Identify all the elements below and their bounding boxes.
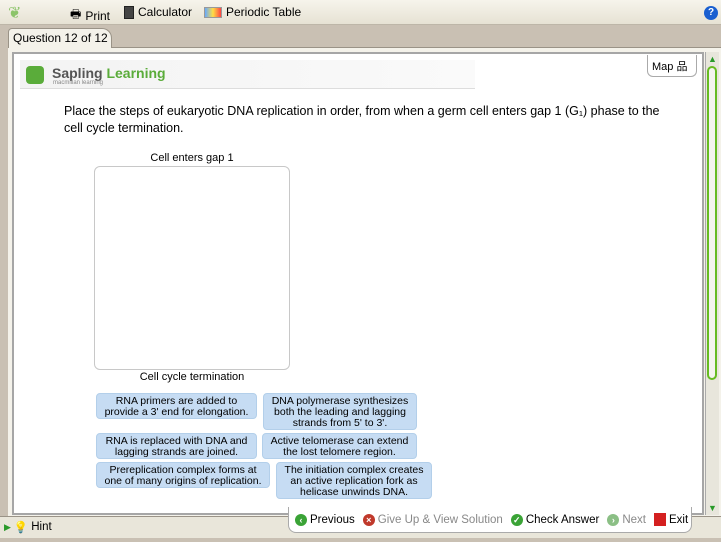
step-card[interactable]: The initiation complex creates an active… [276, 462, 432, 499]
scroll-thumb[interactable] [707, 66, 717, 380]
give-up-button[interactable]: × Give Up & View Solution [362, 513, 503, 526]
previous-arrow-icon: ‹ [295, 513, 307, 526]
exit-button[interactable]: Exit [654, 513, 688, 526]
step-card[interactable]: RNA primers are added to provide a 3' en… [96, 393, 257, 419]
calculator-icon [124, 5, 134, 19]
tab-question[interactable]: Question 12 of 12 [8, 28, 112, 48]
periodic-table-button[interactable]: Periodic Table [204, 5, 301, 19]
hint-button[interactable]: ▶ 💡 Hint [4, 520, 52, 534]
print-button[interactable]: 🖶 Print [70, 5, 110, 26]
step-card[interactable]: Prereplication complex forms at one of m… [96, 462, 270, 488]
top-label: Cell enters gap 1 [150, 152, 234, 164]
map-button[interactable]: Map 品 [647, 55, 697, 77]
checkmark-icon: ✓ [510, 513, 523, 526]
step-card[interactable]: RNA is replaced with DNA and lagging str… [96, 433, 257, 459]
sapling-logo-icon [26, 66, 44, 84]
calculator-button[interactable]: Calculator [124, 5, 192, 19]
toolbar: ❦ 🖶 Print Calculator Periodic Table ? [0, 0, 721, 25]
logo-subtitle: macmillan learning [53, 80, 104, 86]
expand-arrow-icon: ▶ [4, 521, 11, 532]
step-card[interactable]: DNA polymerase synthesizes both the lead… [263, 393, 417, 430]
next-arrow-icon: › [607, 513, 620, 526]
scroll-up-icon[interactable]: ▲ [708, 54, 717, 64]
logo-brand-2: Learning [106, 65, 166, 81]
drop-zone[interactable] [94, 166, 290, 370]
bottom-label: Cell cycle termination [139, 371, 245, 383]
question-text: Place the steps of eukaryotic DNA replic… [64, 104, 660, 135]
map-tree-icon: 品 [676, 61, 688, 73]
help-icon[interactable]: ? [704, 6, 718, 20]
sapling-leaf-icon: ❦ [8, 5, 22, 22]
next-button[interactable]: › Next [607, 513, 646, 526]
previous-button[interactable]: ‹ Previous [295, 513, 355, 526]
sapling-logo: Sapling Learning macmillan learning [20, 60, 475, 89]
step-card[interactable]: Active telomerase can extend the lost te… [262, 433, 417, 459]
periodic-table-icon [204, 6, 222, 18]
x-circle-icon: × [362, 513, 375, 526]
navigation-bar: ‹ Previous × Give Up & View Solution ✓ Chec… [288, 507, 692, 533]
printer-icon: 🖶 [70, 7, 82, 21]
exit-door-icon [654, 513, 666, 526]
logo-brand: Sapling [52, 65, 103, 81]
check-answer-button[interactable]: ✓ Check Answer [510, 513, 599, 526]
lightbulb-icon: 💡 [13, 522, 29, 534]
scroll-down-icon[interactable]: ▼ [708, 503, 717, 513]
